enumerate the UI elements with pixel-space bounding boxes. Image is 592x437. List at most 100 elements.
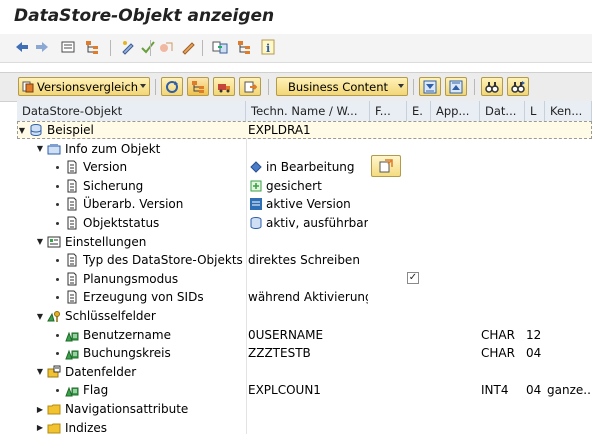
tree-row[interactable]: Typ des DataStore-Objekts direktes Schrei… [17,251,592,269]
activate-icon[interactable] [158,39,174,55]
tree-row[interactable]: Planungsmodus ✓ [17,270,592,288]
technical-name-cell: während Aktivierung [248,290,368,305]
tree-leaf-bullet [56,277,59,281]
collapse-node-icon[interactable]: ▼ [17,121,27,139]
tree-leaf-bullet [56,333,59,337]
active-version-icon [249,197,263,211]
binoculars-icon [485,81,499,93]
diamond-icon [249,160,263,174]
column-header-app[interactable]: App... [431,101,480,121]
tree-row[interactable]: ▼ Einstellungen [17,233,592,251]
length-cell: 04 [526,383,542,398]
tree-row[interactable]: ▶ Navigationsattribute [17,400,592,418]
column-header-key[interactable]: Ken... [545,101,592,121]
forward-arrow-icon[interactable] [34,39,50,55]
version-compare-button[interactable]: Versionsvergleich [18,77,150,96]
node-label: Datenfelder [65,364,137,379]
column-header-data-type[interactable]: Dat... [480,101,525,121]
tree-row[interactable]: Erzeugung von SIDs während Aktivierung [17,288,592,306]
find-next-button[interactable] [507,77,529,96]
hierarchy-display-icon[interactable] [236,39,252,55]
node-label: Objektstatus [83,216,160,230]
title-bar: DataStore-Objekt anzeigen [0,0,592,34]
tree-row[interactable]: ▼ Info zum Objekt [17,140,592,158]
find-button[interactable] [481,77,503,96]
tree-row[interactable]: Buchungskreis ZZZTESTB CHAR 04 [17,344,592,362]
collapse-node-icon[interactable]: ▼ [35,140,45,158]
column-header-f[interactable]: F... [370,101,407,121]
refresh-button[interactable] [161,77,183,96]
datastore-icon [29,123,43,137]
tree-row[interactable]: Version in Bearbeitung [17,155,592,178]
document-icon [65,290,79,304]
tree-leaf-bullet [56,203,59,207]
tree-row[interactable]: Überarb. Version aktive Version [17,195,592,213]
info-icon[interactable]: i [260,39,276,55]
tree-row[interactable]: Objektstatus aktiv, ausführbar [17,214,592,232]
tree-row[interactable]: ▼ Datenfelder [17,363,592,381]
tree-leaf-bullet [56,296,59,300]
tree-row[interactable]: ▼ Schlüsselfelder [17,307,592,325]
technical-name-cell: ZZZTESTB [248,346,311,361]
document-icon [65,272,79,286]
standard-toolbar: i [0,34,592,63]
column-header-e[interactable]: E. [407,101,431,121]
edit-version-button[interactable] [371,155,401,178]
transport-button[interactable] [213,77,235,96]
collapse-all-button[interactable] [445,77,467,96]
application-toolbar: Versionsvergleich Business Content [0,72,592,102]
tree-leaf-bullet [56,259,59,263]
planning-mode-checkbox[interactable]: ✓ [407,271,419,284]
pencil-icon[interactable] [180,39,196,55]
column-header-technical-name[interactable]: Techn. Name / W... [246,101,370,121]
node-label: Überarb. Version [83,197,184,212]
transfer-icon [244,81,257,92]
settings-icon [47,235,61,249]
display-change-icon[interactable] [120,39,136,55]
plus-box-icon [249,179,263,193]
expand-all-button[interactable] [419,77,441,96]
tree-leaf-bullet [56,352,59,356]
key-figure-cell: ganze... [547,383,592,398]
node-label: Planungsmodus [83,271,179,286]
tree-structure-button[interactable] [187,77,209,96]
length-cell: 12 [526,327,542,342]
business-content-button[interactable]: Business Content [276,77,408,96]
where-used-icon[interactable] [212,39,228,55]
other-object-icon[interactable] [60,39,76,55]
check-icon[interactable] [140,39,156,55]
technical-name-cell: aktive Version [266,197,351,212]
node-label: Erzeugung von SIDs [83,290,204,305]
node-label: Einstellungen [65,234,147,249]
tree-leaf-bullet [56,184,59,188]
length-cell: 04 [526,346,542,361]
collapse-up-icon [449,80,463,93]
back-arrow-icon[interactable] [14,39,30,55]
transfer-button[interactable] [239,77,261,96]
business-content-label: Business Content [287,79,389,94]
folder-icon [47,402,61,416]
database-icon [249,216,263,230]
tree-row[interactable]: ▼ Beispiel EXPLDRA1 [17,121,592,139]
version-compare-label: Versionsvergleich [37,79,139,94]
collapse-node-icon[interactable]: ▼ [35,363,45,381]
node-label: Info zum Objekt [65,141,161,156]
data-type-cell: CHAR [481,327,515,342]
hierarchy-icon[interactable] [84,39,100,55]
column-header-length[interactable]: L [525,101,545,121]
document-icon [65,197,79,211]
expand-node-icon[interactable]: ▶ [35,400,45,418]
node-label: Schlüsselfelder [65,309,156,323]
tree-row[interactable]: Sicherung gesichert [17,177,592,195]
tree-row[interactable]: Flag EXPLCOUN1 INT4 04 ganze... [17,381,592,399]
tree-row[interactable]: Benutzername 0USERNAME CHAR 12 [17,326,592,344]
collapse-node-icon[interactable]: ▼ [35,307,45,325]
technical-name-cell: gesichert [266,178,322,193]
node-label: Sicherung [83,178,144,193]
column-header-object[interactable]: DataStore-Objekt [17,101,246,121]
data-type-cell: INT4 [481,383,509,398]
info-folder-icon [47,142,61,156]
collapse-node-icon[interactable]: ▼ [35,233,45,251]
version-compare-icon [22,81,34,93]
binoculars-next-icon [511,80,525,93]
